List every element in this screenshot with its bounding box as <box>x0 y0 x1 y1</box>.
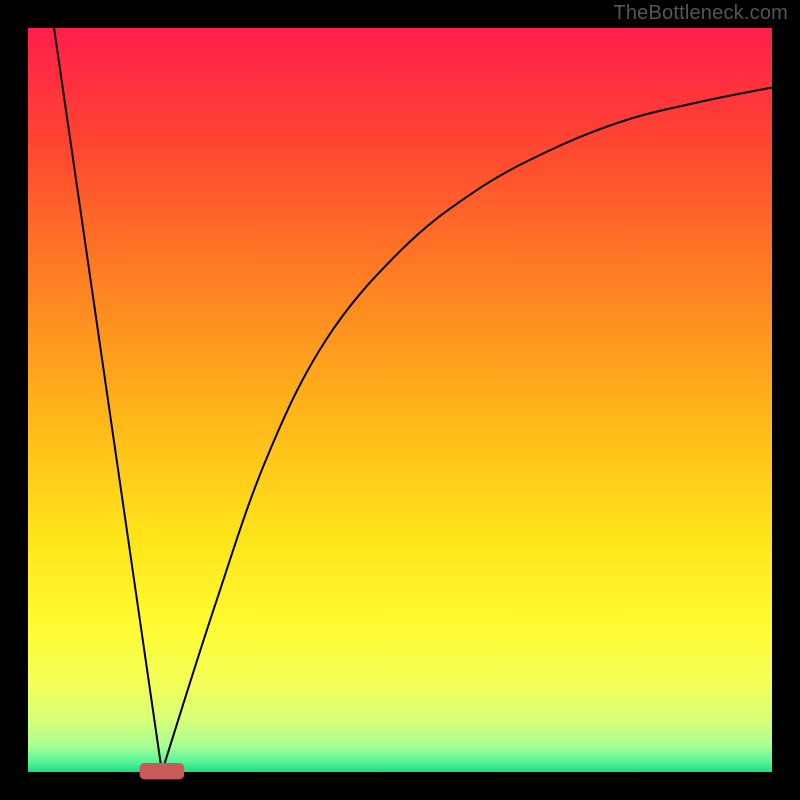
chart-plot-background <box>28 28 772 772</box>
chart-svg <box>0 0 800 800</box>
optimal-marker <box>140 763 185 779</box>
bottleneck-chart: TheBottleneck.com <box>0 0 800 800</box>
watermark-text: TheBottleneck.com <box>613 2 788 25</box>
